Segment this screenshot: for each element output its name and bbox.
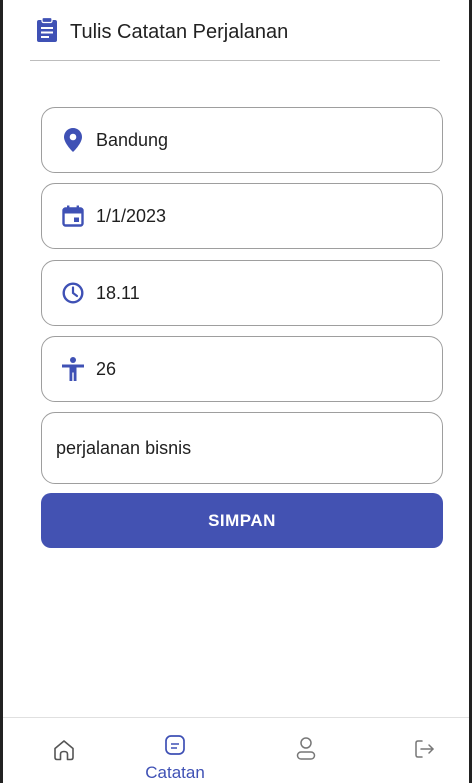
time-field[interactable]: 18.11 [41,260,443,326]
bottom-navigation: Catatan [3,717,469,783]
location-field[interactable]: Bandung [41,107,443,173]
location-value: Bandung [96,129,169,150]
save-button[interactable]: SIMPAN [41,493,443,548]
home-icon [52,738,76,767]
temperature-field[interactable]: 26 [41,336,443,402]
page-title: Tulis Catatan Perjalanan [70,20,289,43]
nav-catatan-label: Catatan [145,763,205,782]
user-icon [296,736,316,767]
date-value: 1/1/2023 [96,205,167,226]
nav-logout[interactable] [407,718,441,783]
header-divider [30,60,440,61]
nav-profile[interactable] [289,718,323,783]
nav-catatan[interactable]: Catatan [145,718,205,783]
page-header: Tulis Catatan Perjalanan [36,14,288,50]
logout-icon [413,738,435,765]
nav-home[interactable] [47,718,81,783]
clock-icon [62,281,84,305]
location-pin-icon [62,128,84,152]
note-field[interactable]: perjalanan bisnis [41,412,443,484]
note-value: perjalanan bisnis [56,437,192,458]
date-field[interactable]: 1/1/2023 [41,183,443,249]
note-icon [164,734,186,761]
calendar-icon [62,204,84,228]
clipboard-icon [36,16,58,48]
time-value: 18.11 [96,282,140,303]
person-icon [62,357,84,381]
temperature-value: 26 [96,358,117,379]
save-button-label: SIMPAN [208,511,276,530]
